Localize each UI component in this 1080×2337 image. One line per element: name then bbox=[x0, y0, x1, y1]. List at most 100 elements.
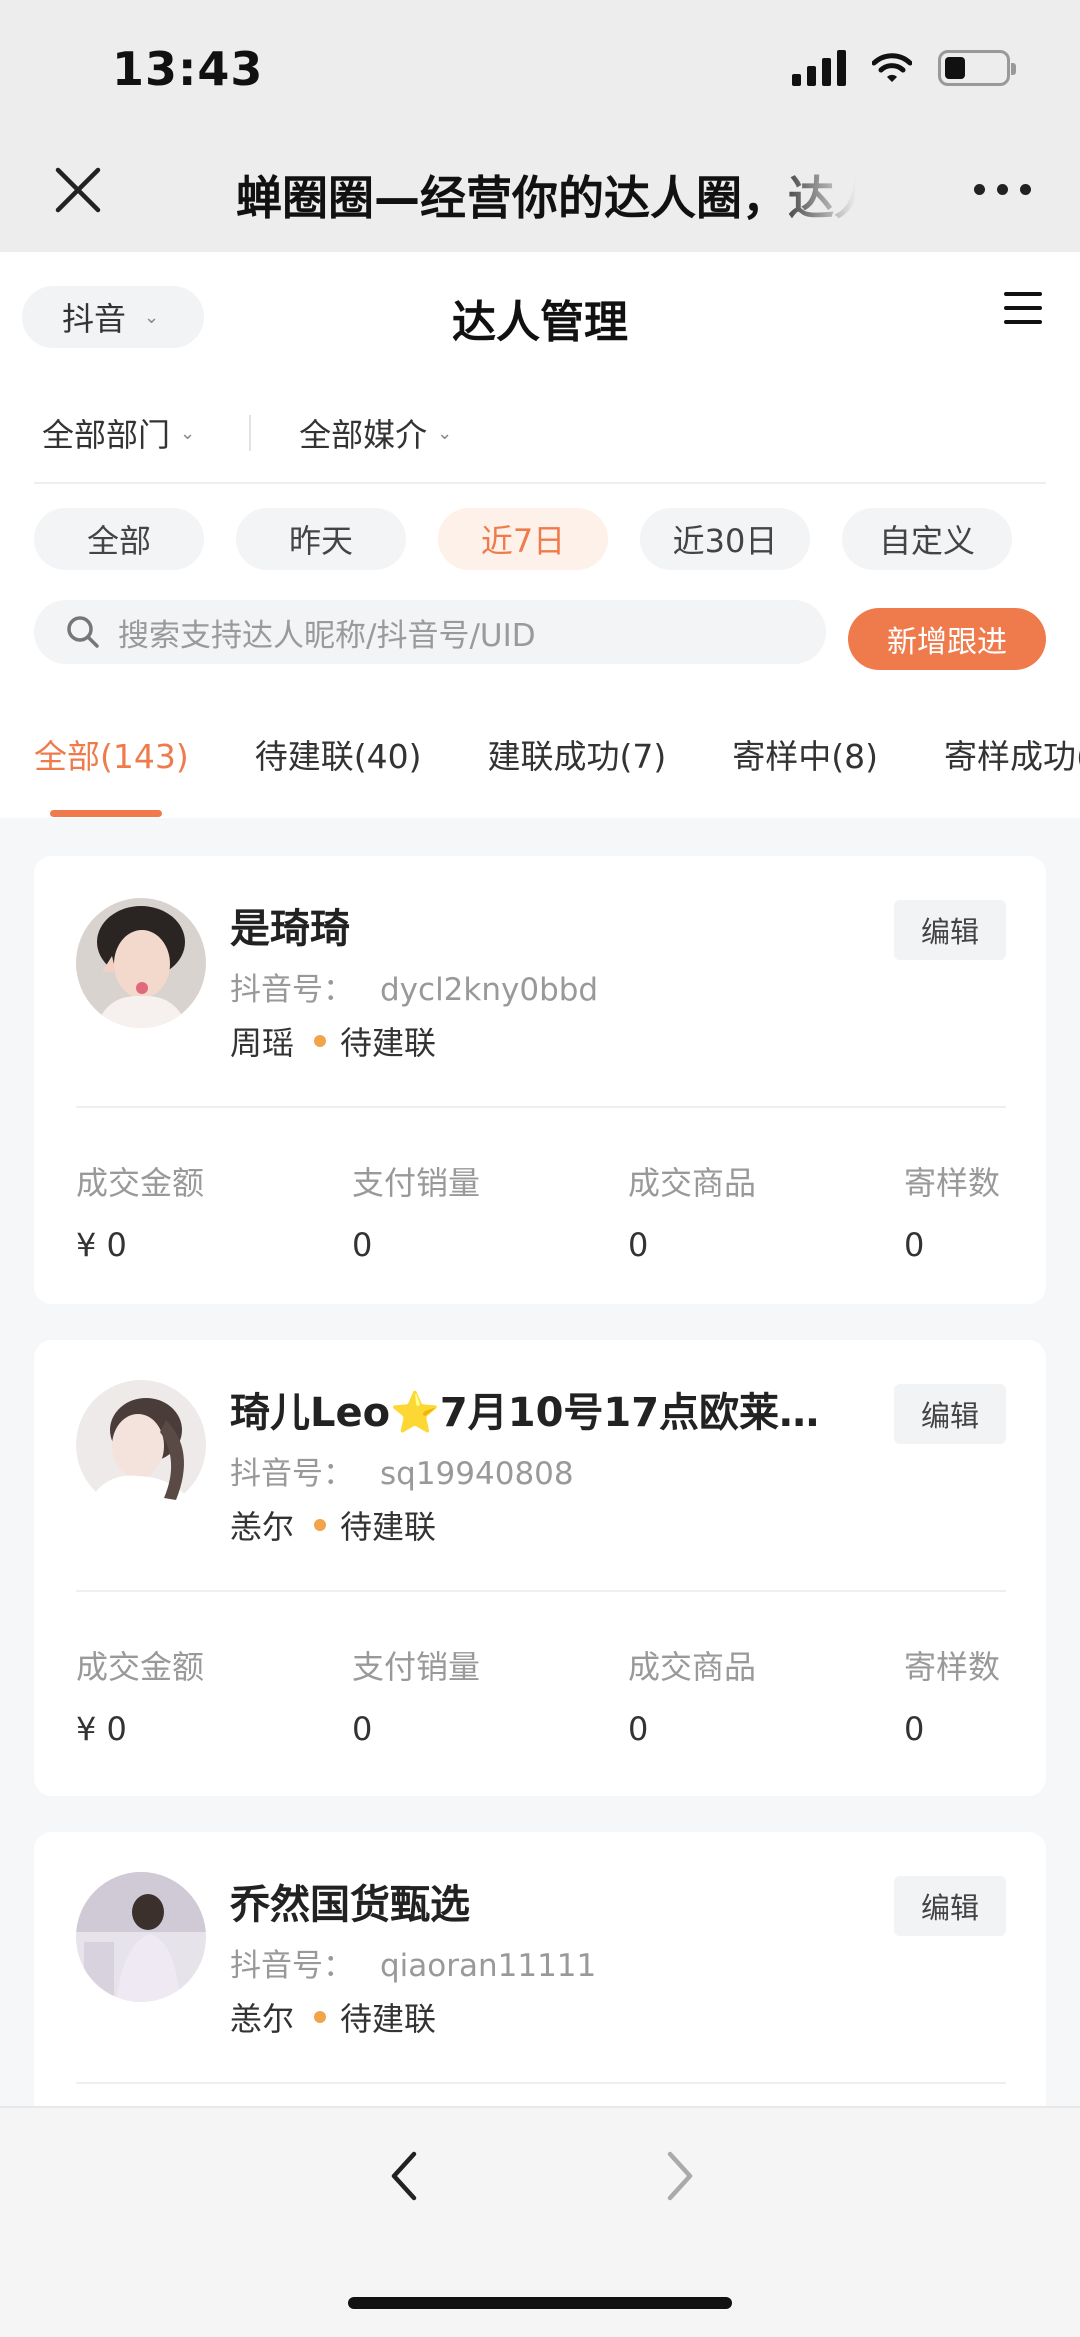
date-chip-custom[interactable]: 自定义 bbox=[842, 508, 1012, 570]
tab-all[interactable]: 全部(143) bbox=[34, 730, 189, 778]
metric-label: 成交金额 bbox=[76, 1648, 205, 1686]
chevron-down-icon: ⌄ bbox=[180, 422, 196, 444]
owner-name: 恙尔 bbox=[230, 2000, 295, 2038]
account-row: 抖音号： qiaoran11111 bbox=[230, 1940, 596, 1985]
metric-label: 成交金额 bbox=[76, 1164, 205, 1202]
influencer-name: 是琦琦 bbox=[230, 906, 350, 952]
search-icon bbox=[67, 616, 99, 648]
influencer-card[interactable]: 琦儿Leo⭐7月10号17点欧莱雅... 抖音号： sq19940808 恙尔 待… bbox=[34, 1340, 1046, 1796]
metric-gmv: 成交金额 ¥ 0 bbox=[76, 1642, 352, 1748]
influencer-card[interactable]: 乔然国货甄选 抖音号： qiaoran11111 恙尔 待建联 编辑 bbox=[34, 1832, 1046, 2152]
menu-icon[interactable] bbox=[1004, 292, 1042, 324]
metric-samples: 寄样数 0 bbox=[904, 1158, 1024, 1264]
owner-name: 周瑶 bbox=[230, 1024, 295, 1062]
metric-value: ¥ 0 bbox=[76, 1226, 127, 1264]
tab-sampling[interactable]: 寄样中(8) bbox=[732, 730, 878, 778]
avatar bbox=[76, 1380, 206, 1510]
metric-value: 0 bbox=[352, 1710, 373, 1748]
signal-icon bbox=[792, 50, 846, 86]
date-chip-30d[interactable]: 近30日 bbox=[640, 508, 810, 570]
webview-title: 蝉圈圈—经营你的达人圈，达人管理 bbox=[236, 171, 856, 222]
divider bbox=[76, 1106, 1006, 1108]
metric-label: 成交商品 bbox=[628, 1648, 757, 1686]
agency-filter-label: 全部媒介 bbox=[299, 416, 428, 454]
page-title: 达人管理 bbox=[452, 297, 628, 348]
metric-value: 0 bbox=[904, 1710, 925, 1748]
metric-value: ¥ 0 bbox=[76, 1710, 127, 1748]
account-id: sq19940808 bbox=[380, 1456, 574, 1492]
divider bbox=[34, 482, 1046, 484]
status-label: 待建联 bbox=[340, 1508, 437, 1546]
metric-products: 成交商品 0 bbox=[628, 1642, 904, 1748]
department-filter[interactable]: 全部部门 ⌄ bbox=[42, 410, 195, 456]
account-label: 抖音号： bbox=[230, 1948, 354, 1984]
agency-filter[interactable]: 全部媒介 ⌄ bbox=[299, 410, 452, 456]
status-time: 13:43 bbox=[112, 42, 264, 96]
influencer-card[interactable]: 是琦琦 抖音号： dycl2kny0bbd 周瑶 待建联 编辑 成交金额 ¥ 0 支… bbox=[34, 856, 1046, 1304]
tab-pending[interactable]: 待建联(40) bbox=[255, 730, 422, 778]
avatar bbox=[76, 1872, 206, 2002]
status-label: 待建联 bbox=[340, 2000, 437, 2038]
chevron-down-icon: ⌄ bbox=[437, 422, 453, 444]
divider bbox=[249, 415, 252, 451]
influencer-name: 琦儿Leo⭐7月10号17点欧莱雅... bbox=[230, 1390, 850, 1436]
back-arrow-icon[interactable] bbox=[386, 2150, 422, 2202]
divider bbox=[76, 1590, 1006, 1592]
influencer-name: 乔然国货甄选 bbox=[230, 1882, 470, 1928]
owner-row: 周瑶 待建联 bbox=[230, 1018, 436, 1064]
date-chip-all[interactable]: 全部 bbox=[34, 508, 204, 570]
metric-label: 寄样数 bbox=[904, 1648, 1001, 1686]
date-filter-row: 全部 昨天 近7日 近30日 自定义 bbox=[34, 508, 1012, 570]
metric-label: 支付销量 bbox=[352, 1164, 481, 1202]
owner-name: 恙尔 bbox=[230, 1508, 295, 1546]
metric-samples: 寄样数 0 bbox=[904, 1642, 1024, 1748]
date-chip-yesterday[interactable]: 昨天 bbox=[236, 508, 406, 570]
forward-arrow-icon[interactable] bbox=[662, 2150, 698, 2202]
account-row: 抖音号： dycl2kny0bbd bbox=[230, 964, 598, 1009]
search-input[interactable]: 搜索支持达人昵称/抖音号/UID bbox=[34, 600, 826, 664]
metric-label: 成交商品 bbox=[628, 1164, 757, 1202]
metrics-row: 成交金额 ¥ 0 支付销量 0 成交商品 0 寄样数 0 bbox=[76, 1158, 1036, 1264]
metric-sales: 支付销量 0 bbox=[352, 1642, 628, 1748]
department-filter-label: 全部部门 bbox=[42, 416, 171, 454]
status-dot bbox=[314, 1519, 327, 1531]
avatar bbox=[76, 898, 206, 1028]
tab-connected[interactable]: 建联成功(7) bbox=[488, 730, 667, 778]
metric-label: 支付销量 bbox=[352, 1648, 481, 1686]
account-label: 抖音号： bbox=[230, 972, 354, 1008]
metric-gmv: 成交金额 ¥ 0 bbox=[76, 1158, 352, 1264]
metric-value: 0 bbox=[904, 1226, 925, 1264]
owner-row: 恙尔 待建联 bbox=[230, 1994, 436, 2040]
close-icon[interactable] bbox=[52, 164, 104, 216]
account-label: 抖音号： bbox=[230, 1456, 354, 1492]
status-icons bbox=[792, 50, 1016, 86]
edit-button[interactable]: 编辑 bbox=[894, 1876, 1006, 1936]
metric-label: 寄样数 bbox=[904, 1164, 1001, 1202]
battery-icon bbox=[938, 50, 1016, 86]
more-icon[interactable] bbox=[974, 184, 1031, 195]
divider bbox=[76, 2082, 1006, 2084]
add-follow-up-button[interactable]: 新增跟进 bbox=[848, 608, 1046, 670]
account-row: 抖音号： sq19940808 bbox=[230, 1448, 574, 1493]
active-tab-indicator bbox=[50, 810, 162, 817]
search-placeholder: 搜索支持达人昵称/抖音号/UID bbox=[118, 617, 536, 654]
edit-button[interactable]: 编辑 bbox=[894, 900, 1006, 960]
account-id: dycl2kny0bbd bbox=[380, 972, 599, 1008]
metric-value: 0 bbox=[628, 1226, 649, 1264]
metric-value: 0 bbox=[352, 1226, 373, 1264]
date-chip-7d[interactable]: 近7日 bbox=[438, 508, 608, 570]
account-id: qiaoran11111 bbox=[380, 1948, 597, 1984]
home-indicator bbox=[348, 2297, 732, 2309]
status-dot bbox=[314, 2011, 327, 2023]
metric-products: 成交商品 0 bbox=[628, 1158, 904, 1264]
filter-row: 全部部门 ⌄ 全部媒介 ⌄ bbox=[42, 410, 452, 456]
wifi-icon bbox=[872, 53, 912, 82]
metric-sales: 支付销量 0 bbox=[352, 1158, 628, 1264]
tab-sample-success[interactable]: 寄样成功( bbox=[944, 730, 1080, 778]
status-label: 待建联 bbox=[340, 1024, 437, 1062]
edit-button[interactable]: 编辑 bbox=[894, 1384, 1006, 1444]
status-dot bbox=[314, 1035, 327, 1047]
metrics-row: 成交金额 ¥ 0 支付销量 0 成交商品 0 寄样数 0 bbox=[76, 1642, 1036, 1748]
metric-value: 0 bbox=[628, 1710, 649, 1748]
status-tabs: 全部(143) 待建联(40) 建联成功(7) 寄样中(8) 寄样成功( bbox=[34, 730, 1080, 778]
